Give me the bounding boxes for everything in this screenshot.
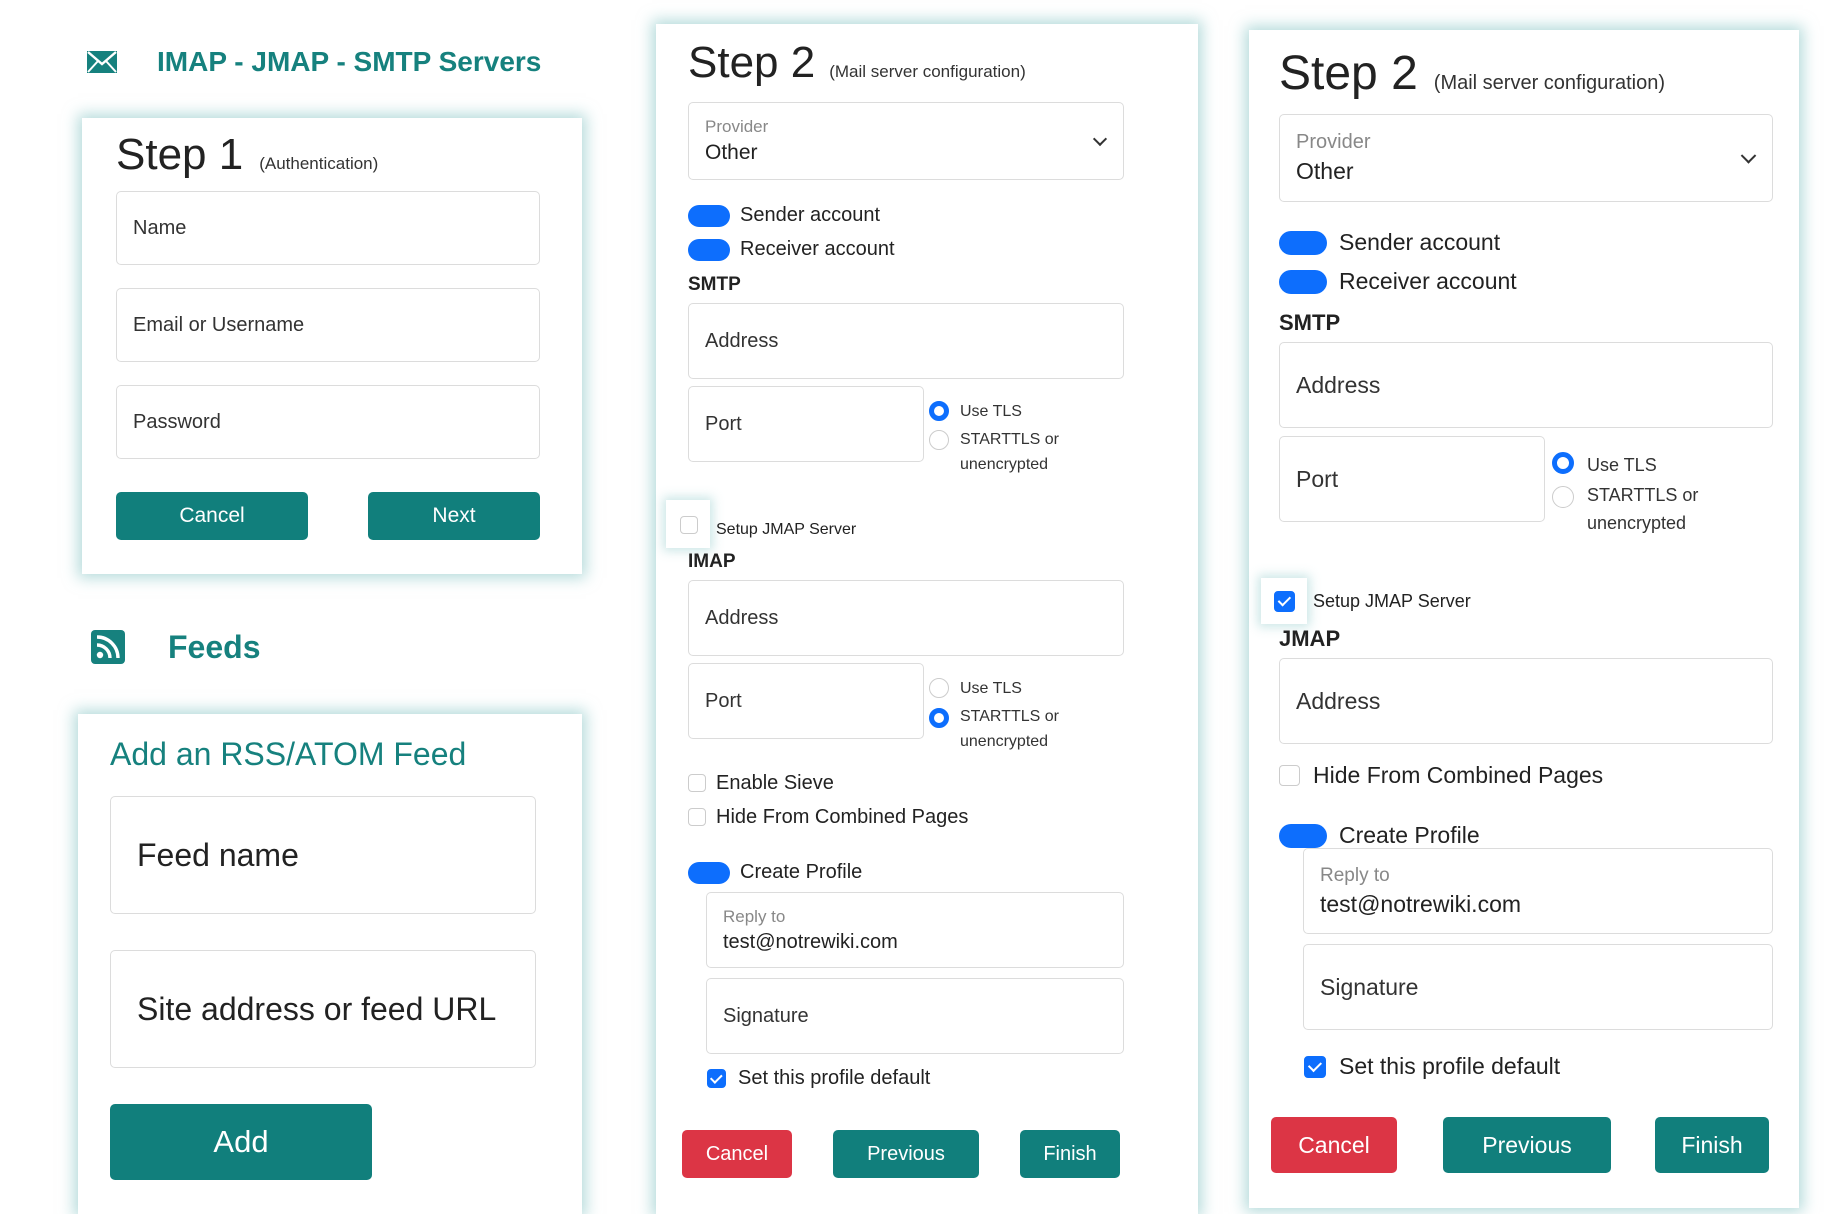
cancel-button[interactable]: Cancel [682,1130,792,1178]
hide-combined-checkbox[interactable] [688,808,706,826]
imap-address-input[interactable]: Address [688,580,1124,656]
imap-heading: IMAP [688,551,736,572]
step2-imap-card: Step 2 (Mail server configuration) Provi… [656,24,1198,1214]
step2-jmap-card: Step 2 (Mail server configuration) Provi… [1249,30,1799,1208]
create-profile-toggle[interactable] [1279,824,1327,848]
smtp-starttls-label: STARTTLS or unencrypted [1587,485,1699,533]
create-profile-label: Create Profile [1339,822,1480,848]
smtp-starttls-radio[interactable] [1552,486,1574,508]
mail-section-heading: IMAP - JMAP - SMTP Servers [87,42,541,82]
cancel-button[interactable]: Cancel [116,492,308,540]
signature-input[interactable]: Signature [706,978,1124,1054]
reply-to-input[interactable]: Reply to test@notrewiki.com [706,892,1124,968]
imap-port-input[interactable]: Port [688,663,924,739]
smtp-heading: SMTP [1279,310,1341,335]
smtp-address-input[interactable]: Address [688,303,1124,379]
cancel-button[interactable]: Cancel [1271,1117,1397,1173]
site-url-input[interactable]: Site address or feed URL [110,950,536,1068]
hide-combined-label: Hide From Combined Pages [1313,762,1604,788]
name-input[interactable]: Name [116,191,540,265]
step1-card: Step 1 (Authentication) Name Email or Us… [82,118,582,574]
provider-select[interactable]: Provider Other [1279,114,1773,202]
provider-select[interactable]: Provider Other [688,102,1124,180]
smtp-port-input[interactable]: Port [688,386,924,462]
email-input[interactable]: Email or Username [116,288,540,362]
rss-icon [90,629,126,665]
receiver-account-toggle[interactable] [688,239,730,261]
sender-account-label: Sender account [1339,229,1501,255]
receiver-account-label: Receiver account [740,238,895,260]
previous-button[interactable]: Previous [1443,1117,1611,1173]
envelope-icon [87,50,117,74]
setup-jmap-checkbox[interactable] [680,516,698,534]
setup-jmap-checkbox-wrap [666,500,710,548]
password-input[interactable]: Password [116,385,540,459]
previous-button[interactable]: Previous [833,1130,979,1178]
profile-default-label: Set this profile default [738,1067,931,1089]
imap-starttls-radio[interactable] [929,708,949,728]
add-button[interactable]: Add [110,1104,372,1180]
smtp-use-tls-label: Use TLS [1587,455,1657,475]
create-profile-label: Create Profile [740,861,863,883]
hide-combined-checkbox[interactable] [1279,765,1300,786]
smtp-starttls-radio[interactable] [929,430,949,450]
mail-section-title: IMAP - JMAP - SMTP Servers [157,46,542,77]
feed-name-input[interactable]: Feed name [110,796,536,914]
setup-jmap-checkbox-wrap [1261,578,1307,624]
sender-account-label: Sender account [740,204,881,226]
profile-default-checkbox[interactable] [707,1069,726,1088]
jmap-heading: JMAP [1279,626,1341,651]
finish-button[interactable]: Finish [1655,1117,1769,1173]
smtp-use-tls-radio[interactable] [1552,452,1574,474]
feeds-section-title: Feeds [168,628,261,665]
imap-starttls-label: STARTTLS or unencrypted [960,708,1059,750]
receiver-account-label: Receiver account [1339,268,1517,294]
signature-input[interactable]: Signature [1303,944,1773,1030]
setup-jmap-checkbox[interactable] [1274,591,1295,612]
profile-default-label: Set this profile default [1339,1053,1561,1079]
smtp-starttls-label: STARTTLS or unencrypted [960,431,1059,473]
smtp-port-input[interactable]: Port [1279,436,1545,522]
receiver-account-toggle[interactable] [1279,270,1327,294]
feeds-section-heading: Feeds [90,625,260,669]
finish-button[interactable]: Finish [1020,1130,1120,1178]
create-profile-toggle[interactable] [688,862,730,884]
sender-account-toggle[interactable] [1279,231,1327,255]
reply-to-input[interactable]: Reply to test@notrewiki.com [1303,848,1773,934]
step2a-title: Step 2 (Mail server configuration) [688,38,1026,87]
enable-sieve-label: Enable Sieve [716,772,834,794]
imap-use-tls-label: Use TLS [960,680,1022,697]
next-button[interactable]: Next [368,492,540,540]
feed-card-title: Add an RSS/ATOM Feed [110,736,467,772]
jmap-address-input[interactable]: Address [1279,658,1773,744]
hide-combined-label: Hide From Combined Pages [716,806,969,828]
feed-card: Add an RSS/ATOM Feed Feed name Site addr… [78,714,582,1214]
smtp-address-input[interactable]: Address [1279,342,1773,428]
profile-default-checkbox[interactable] [1304,1056,1326,1078]
enable-sieve-checkbox[interactable] [688,774,706,792]
step1-title: Step 1 (Authentication) [116,130,379,179]
setup-jmap-label: Setup JMAP Server [1313,591,1471,611]
smtp-use-tls-label: Use TLS [960,403,1022,420]
step2b-title: Step 2 (Mail server configuration) [1279,47,1665,100]
smtp-use-tls-radio[interactable] [929,401,949,421]
imap-use-tls-radio[interactable] [929,678,949,698]
sender-account-toggle[interactable] [688,205,730,227]
setup-jmap-label: Setup JMAP Server [716,521,857,538]
smtp-heading: SMTP [688,274,741,295]
